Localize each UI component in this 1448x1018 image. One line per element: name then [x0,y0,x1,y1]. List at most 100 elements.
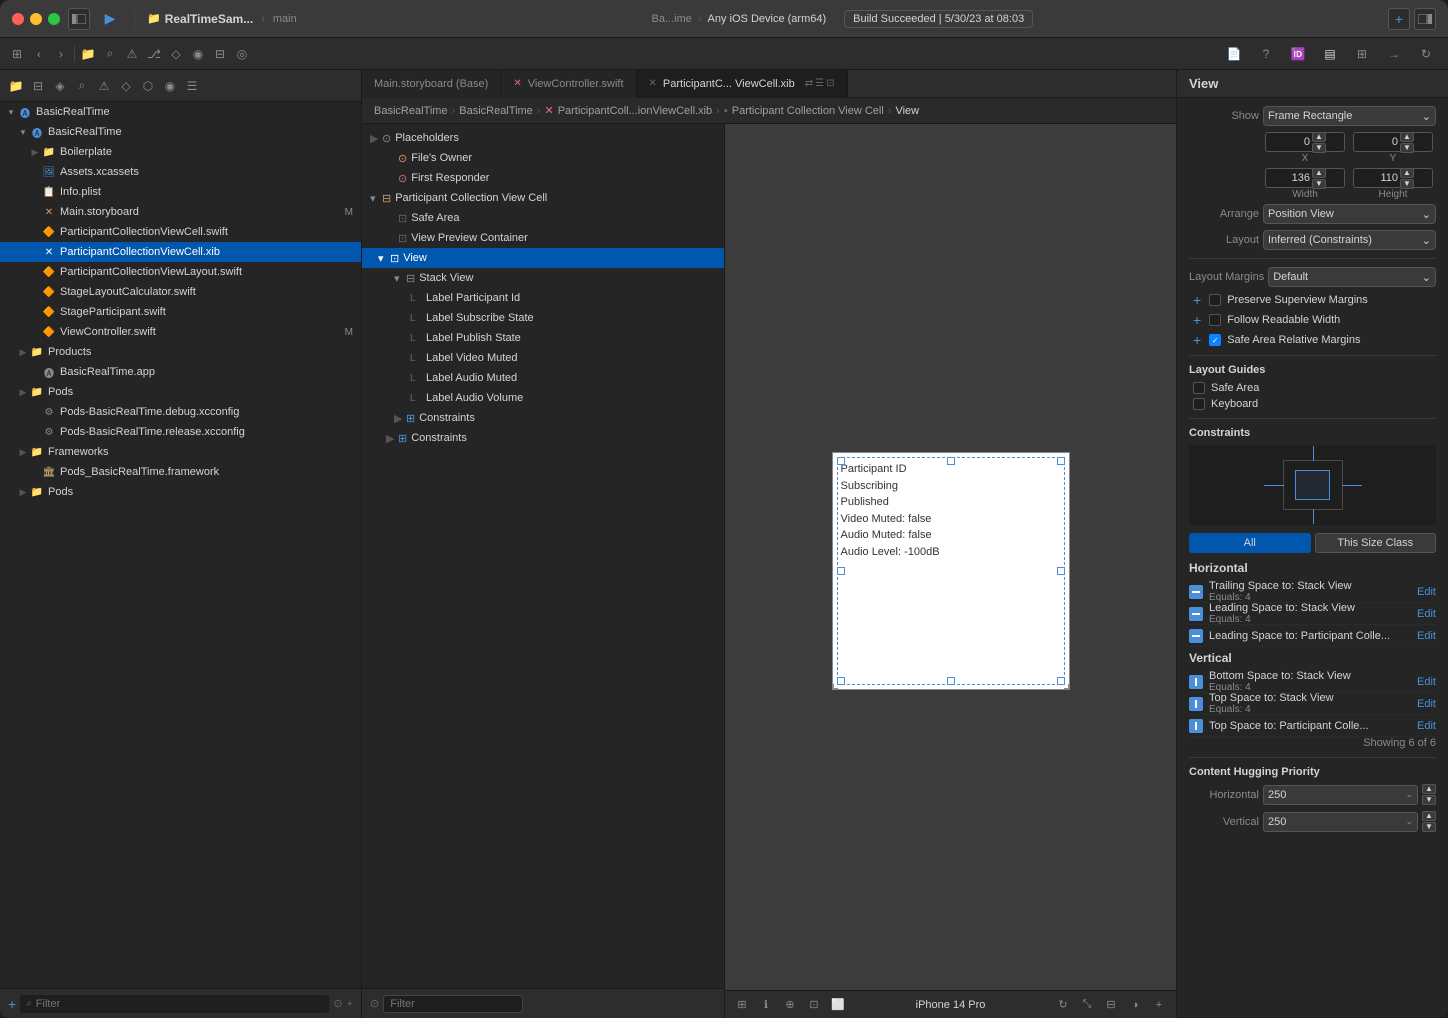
readable-width-check[interactable] [1209,314,1221,326]
layout-select[interactable]: Inferred (Constraints) ⌄ [1263,230,1436,250]
keyboard-guide-check[interactable] [1193,398,1205,410]
library-icon[interactable]: ↻ [1412,40,1440,68]
scene-item-files-owner[interactable]: ▶ ⊙ File's Owner [362,148,724,168]
scene-item-placeholders[interactable]: ▶ ⊙ Placeholders [362,128,724,148]
tree-item-participantcell-xib[interactable]: ▶ ✕ ParticipantCollectionViewCell.xib [0,242,361,262]
h-down-btn[interactable]: ▼ [1400,179,1414,189]
scene-item-label-publish[interactable]: L Label Publish State [362,328,724,348]
constraint-bottom-edit-btn[interactable]: Edit [1417,676,1436,688]
zoom-fit-icon[interactable]: ⊞ [733,996,751,1014]
w-up-btn[interactable]: ▲ [1312,168,1326,178]
identity-icon[interactable]: 🆔 [1284,40,1312,68]
scene-item-cell[interactable]: ▾ ⊟ Participant Collection View Cell [362,188,724,208]
scene-item-stack-view[interactable]: ▾ ⊟ Stack View [362,268,724,288]
warning-icon[interactable]: ⚠ [123,45,141,63]
scene-item-label-participant-id[interactable]: L Label Participant Id [362,288,724,308]
tree-item-basicrealtime[interactable]: ▾ 🅐 BasicRealTime [0,122,361,142]
tree-item-stageparticipant[interactable]: ▶ 🔶 StageParticipant.swift [0,302,361,322]
grid-icon[interactable]: ⊞ [8,45,26,63]
add-safe-area-btn[interactable]: + [1193,333,1201,347]
scene-item-constraints-cell[interactable]: ▶ ⊞ Constraints [362,428,724,448]
constraint-top2-edit-btn[interactable]: Edit [1417,720,1436,732]
hugging-h-select[interactable]: 250 ⌄ [1263,785,1418,805]
play-button[interactable]: ▶ [98,7,122,31]
forward-icon[interactable]: › [52,45,70,63]
y-input[interactable] [1358,136,1398,148]
breadcrumb-view[interactable]: View [895,105,919,117]
size-class-tab-btn[interactable]: This Size Class [1315,533,1437,553]
safe-area-check[interactable]: ✓ [1209,334,1221,346]
maximize-button[interactable] [48,13,60,25]
add-view-icon[interactable]: ⊡ [805,996,823,1014]
w-down-btn[interactable]: ▼ [1312,179,1326,189]
constraint-leading-edit-btn[interactable]: Edit [1417,608,1436,620]
hugging-v-select[interactable]: 250 ⌄ [1263,812,1418,832]
scene-item-preview-container[interactable]: ▶ ⊡ View Preview Container [362,228,724,248]
folder-icon[interactable]: 📁 [79,45,97,63]
scene-item-label-subscribe[interactable]: L Label Subscribe State [362,308,724,328]
add-filter-button[interactable]: + [347,998,353,1010]
x-input[interactable] [1270,136,1310,148]
scene-filter-input[interactable] [383,995,523,1013]
hugging-h-up-btn[interactable]: ▲ [1422,784,1436,794]
scene-item-first-responder[interactable]: ▶ ⊙ First Responder [362,168,724,188]
constraint-trailing-edit-btn[interactable]: Edit [1417,586,1436,598]
tree-item-infoplist[interactable]: ▶ 📋 Info.plist [0,182,361,202]
bookmark-nav-icon[interactable]: ◈ [52,78,68,94]
hugging-h-down-btn[interactable]: ▼ [1422,795,1436,805]
bookmark-icon[interactable]: ◇ [167,45,185,63]
scene-item-constraints-view[interactable]: ▶ ⊞ Constraints [362,408,724,428]
preserve-superview-check[interactable] [1209,294,1221,306]
target-icon[interactable]: ◎ [233,45,251,63]
height-input[interactable] [1358,172,1398,184]
y-down-btn[interactable]: ▼ [1400,143,1414,153]
folder-nav-icon[interactable]: 📁 [8,78,24,94]
constraint-top-edit-btn[interactable]: Edit [1417,698,1436,710]
x-up-btn[interactable]: ▲ [1312,132,1326,142]
scene-item-view[interactable]: ▾ ⊡ View [362,248,724,268]
size-inspector-icon[interactable]: ⊞ [1348,40,1376,68]
layout-icon[interactable]: ⊟ [1102,996,1120,1014]
x-down-btn[interactable]: ▼ [1312,143,1326,153]
tree-item-pods-root[interactable]: ▶ 📁 Pods [0,482,361,502]
test-nav-icon[interactable]: ◇ [118,78,134,94]
tree-item-products[interactable]: ▶ 📁 Products [0,342,361,362]
tree-item-mainstoryboard[interactable]: ▶ ✕ Main.storyboard M [0,202,361,222]
tree-item-framework[interactable]: ▶ 🏛 Pods_BasicRealTime.framework [0,462,361,482]
arrange-select[interactable]: Position View ⌄ [1263,204,1436,224]
device-selector[interactable]: Any iOS Device (arm64) [708,13,827,25]
tablet-icon[interactable]: ⬜ [829,996,847,1014]
source-control-icon[interactable]: ⊟ [30,78,46,94]
search-icon[interactable]: ⌕ [101,45,119,63]
tree-item-pods-group[interactable]: ▶ 📁 Pods [0,382,361,402]
tree-item-participantlayout[interactable]: ▶ 🔶 ParticipantCollectionViewLayout.swif… [0,262,361,282]
tab-mainstoryboard[interactable]: Main.storyboard (Base) [362,70,501,98]
minimize-button[interactable] [30,13,42,25]
breakpoint-icon[interactable]: ◉ [189,45,207,63]
tree-item-assets[interactable]: ▶ 🖼 Assets.xcassets [0,162,361,182]
tab-participantcell-xib[interactable]: ✕ ParticipantC... ViewCell.xib ⇄ ☰ ⊡ [637,70,848,98]
add-button[interactable]: + [1388,8,1410,30]
hugging-v-up-btn[interactable]: ▲ [1422,811,1436,821]
layout-margins-select[interactable]: Default ⌄ [1268,267,1436,287]
appearance-icon[interactable]: ◑ [1126,996,1144,1014]
tree-item-app[interactable]: ▶ 🅐 BasicRealTime.app [0,362,361,382]
tree-item-pods-debug[interactable]: ▶ ⚙ Pods-BasicRealTime.debug.xcconfig [0,402,361,422]
width-input[interactable] [1270,172,1310,184]
scene-item-safe-area[interactable]: ▶ ⊡ Safe Area [362,208,724,228]
zoom-icon[interactable]: ⊕ [781,996,799,1014]
tree-item-frameworks[interactable]: ▶ 📁 Frameworks [0,442,361,462]
show-select[interactable]: Frame Rectangle ⌄ [1263,106,1436,126]
report-nav-icon[interactable]: ☰ [184,78,200,94]
git-icon[interactable]: ⎇ [145,45,163,63]
scene-item-label-audio-volume[interactable]: L Label Audio Volume [362,388,724,408]
project-scheme[interactable]: RealTimeSam... [165,12,254,26]
breadcrumb-basicrealtime2[interactable]: BasicRealTime [459,105,533,117]
connections-icon[interactable]: → [1380,40,1408,68]
breadcrumb-basicrealtime[interactable]: BasicRealTime [374,105,448,117]
attributes-icon[interactable]: ▤ [1316,40,1344,68]
plus-canvas-icon[interactable]: + [1150,996,1168,1014]
h-up-btn[interactable]: ▲ [1400,168,1414,178]
xib-tab-close[interactable]: ✕ [649,78,657,89]
info-icon[interactable]: ℹ [757,996,775,1014]
